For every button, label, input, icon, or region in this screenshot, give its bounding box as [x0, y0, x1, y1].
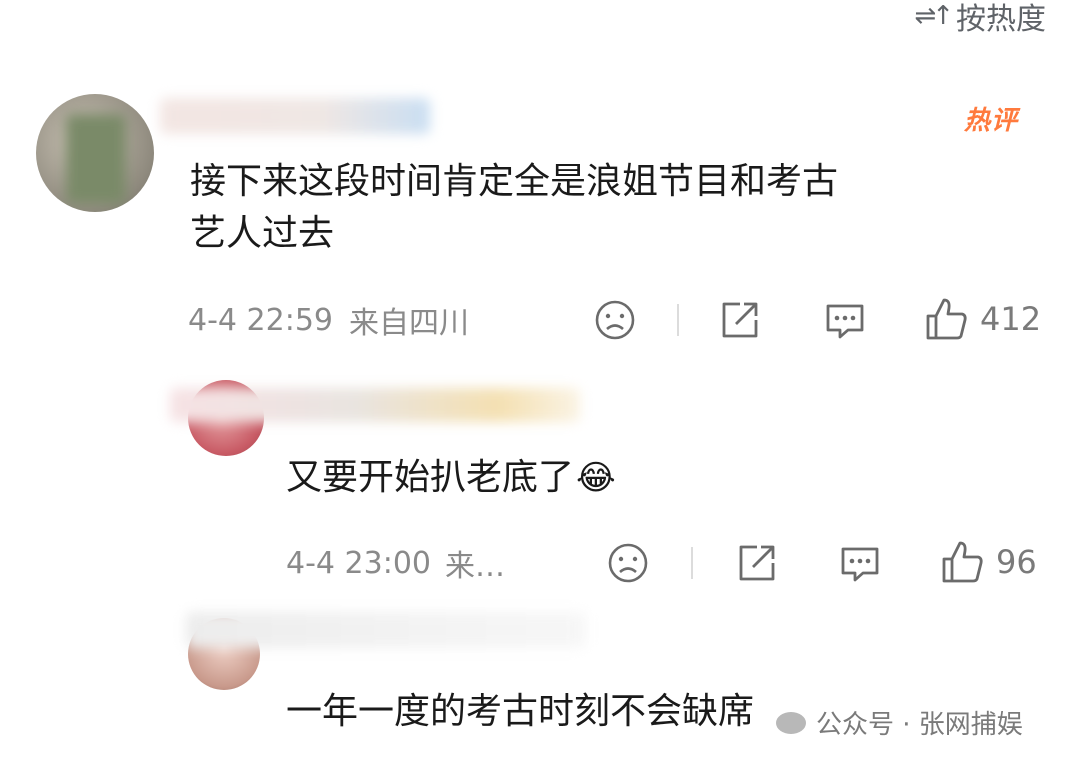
sad-face-icon — [608, 543, 648, 583]
like-button[interactable]: 96 — [940, 539, 1037, 585]
like-count: 412 — [980, 300, 1042, 338]
comment-location: 来自四川 — [349, 306, 469, 341]
comment-location: 来… — [445, 549, 505, 584]
comment-text-line: 接下来这段时间肯定全是浪姐节目和考古 — [190, 161, 839, 202]
share-icon — [722, 302, 758, 338]
comment-time: 4-4 22:59 — [188, 302, 333, 338]
comment-icon — [826, 304, 864, 339]
share-icon — [739, 545, 775, 581]
hot-comment-badge: 热评 — [964, 106, 1019, 136]
comment-time: 4-4 23:00 — [286, 545, 431, 581]
username-redacted[interactable] — [160, 98, 430, 134]
sad-face-icon — [595, 300, 635, 340]
like-count: 96 — [996, 543, 1037, 581]
watermark-text: 公众号 · 张网捕娱 — [816, 710, 1023, 740]
thumbs-up-icon — [926, 298, 967, 340]
thumbs-up-icon — [942, 541, 983, 583]
sort-icon: ⇌↑ — [914, 1, 954, 31]
comment-meta: 4-4 22:59 来自四川 — [188, 300, 469, 342]
comment-text: 一年一度的考古时刻不会缺席 — [286, 691, 755, 732]
comment-text: 又要开始扒老底了 😂 — [286, 452, 616, 504]
sort-by-heat-button[interactable]: ⇌↑ 按热度 — [914, 0, 1046, 38]
dislike-button[interactable] — [593, 298, 637, 342]
share-button[interactable] — [735, 541, 779, 585]
username-redacted[interactable] — [186, 612, 586, 648]
comment-text: 接下来这段时间肯定全是浪姐节目和考古 艺人过去 — [190, 156, 1030, 260]
watermark: 公众号 · 张网捕娱 — [776, 704, 1023, 741]
laughing-tears-emoji-icon: 😂 — [576, 458, 616, 498]
divider — [691, 547, 693, 579]
dislike-button[interactable] — [606, 541, 650, 585]
like-button[interactable]: 412 — [924, 296, 1041, 342]
username-redacted[interactable] — [170, 388, 580, 422]
divider — [677, 304, 679, 336]
reply-button[interactable] — [837, 541, 883, 585]
share-button[interactable] — [718, 298, 762, 342]
comment-text-line: 又要开始扒老底了 — [286, 457, 575, 498]
comment-icon — [841, 547, 879, 582]
comment-text-line: 艺人过去 — [190, 213, 335, 254]
comment-meta: 4-4 23:00 来… — [286, 543, 505, 585]
reply-button[interactable] — [822, 298, 868, 342]
sort-label: 按热度 — [956, 2, 1046, 37]
wechat-logo-icon — [776, 711, 806, 734]
avatar[interactable] — [36, 94, 154, 212]
